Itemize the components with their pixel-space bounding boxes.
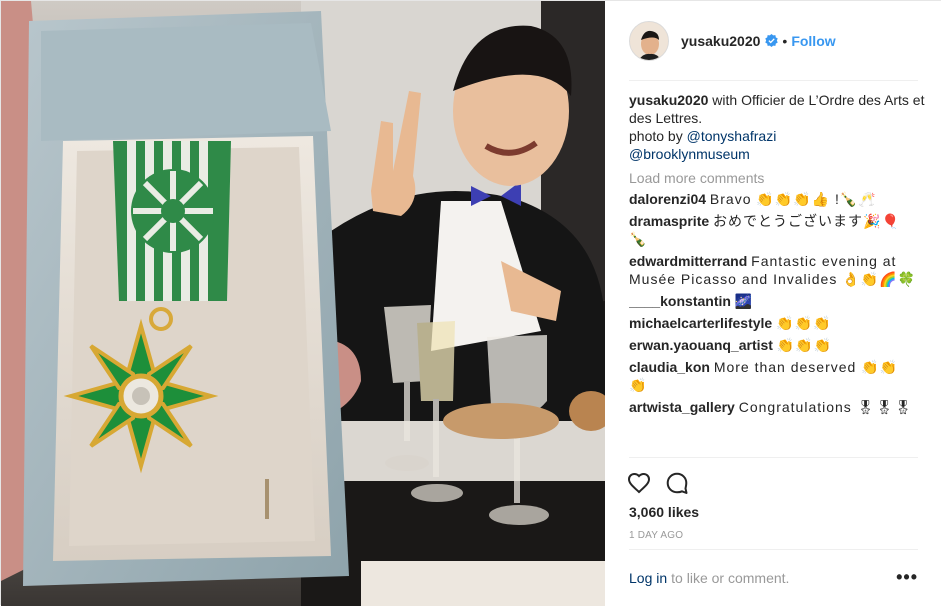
comment-item: claudia_kon More than deserved 👏👏👏 (629, 358, 934, 394)
photo-medal-and-man (1, 1, 605, 606)
post-photo[interactable] (1, 1, 605, 606)
caption-username[interactable]: yusaku2020 (629, 92, 708, 108)
comment-item: dalorenzi04 Bravo 👏👏👏👍 !🍾🥂 (629, 190, 934, 208)
comment-text: 👏👏👏 (776, 315, 832, 331)
comment-button[interactable] (665, 463, 705, 503)
post-sidebar: yusaku2020 • Follow yusaku2020 with Offi… (605, 1, 941, 606)
verified-badge-icon (765, 34, 779, 47)
action-icons (627, 458, 918, 508)
comment-item: michaelcarterlifestyle 👏👏👏 (629, 314, 934, 332)
comment-username[interactable]: ____konstantin (629, 293, 731, 309)
mention-link[interactable]: @tonyshafrazi (687, 128, 777, 144)
instagram-post: yusaku2020 • Follow yusaku2020 with Offi… (0, 0, 941, 606)
post-timestamp: 1 DAY AGO (629, 530, 684, 541)
comment-bubble-icon (666, 472, 688, 494)
like-button[interactable] (627, 463, 667, 503)
separator-dot: • (782, 32, 788, 49)
comment-item: ____konstantin 🌌 (629, 292, 934, 310)
more-options-icon[interactable]: ••• (896, 567, 918, 588)
follow-button[interactable]: Follow (791, 33, 835, 49)
comment-item: dramasprite おめでとうございます🎉🎈🍾 (629, 212, 934, 248)
avatar[interactable] (629, 20, 669, 61)
comment-username[interactable]: artwista_gallery (629, 399, 735, 415)
comment-item: edwardmitterrand Fantastic evening at Mu… (629, 252, 934, 288)
comment-text: Congratulations 🎖🎖🎖 (738, 399, 914, 415)
comment-username[interactable]: dramasprite (629, 213, 709, 229)
author-username[interactable]: yusaku2020 (681, 33, 760, 49)
comment-username[interactable]: dalorenzi04 (629, 191, 706, 207)
mention-link[interactable]: @brooklynmuseum (629, 146, 750, 162)
comment-text: 👏👏👏 (776, 337, 833, 353)
comment-username[interactable]: claudia_kon (629, 359, 710, 375)
caption-photo-credit: photo by (629, 128, 683, 144)
login-link[interactable]: Log in (629, 570, 667, 586)
post-actions: 3,060 likes 1 DAY AGO (627, 457, 918, 541)
comment-text: 🌌 (734, 293, 754, 309)
comments-list[interactable]: yusaku2020 with Officier de L’Ordre des … (629, 91, 934, 458)
likes-count[interactable]: 3,060 likes (629, 504, 918, 520)
heart-icon (627, 472, 651, 494)
comment-item: artwista_gallery Congratulations 🎖🎖🎖 (629, 398, 934, 416)
comment-text: Bravo 👏👏👏👍 !🍾🥂 (709, 191, 877, 207)
load-more-comments-button[interactable]: Load more comments (629, 169, 934, 187)
add-comment-bar: Log in to like or comment. ••• (629, 549, 918, 605)
login-prompt-text: to like or comment. (671, 569, 790, 586)
comment-item: erwan.yaouanq_artist 👏👏👏 (629, 336, 934, 354)
post-caption: yusaku2020 with Officier de L’Ordre des … (629, 91, 934, 163)
comment-username[interactable]: edwardmitterrand (629, 253, 747, 269)
comment-username[interactable]: michaelcarterlifestyle (629, 315, 772, 331)
comment-username[interactable]: erwan.yaouanq_artist (629, 337, 773, 353)
post-header: yusaku2020 • Follow (629, 1, 918, 81)
